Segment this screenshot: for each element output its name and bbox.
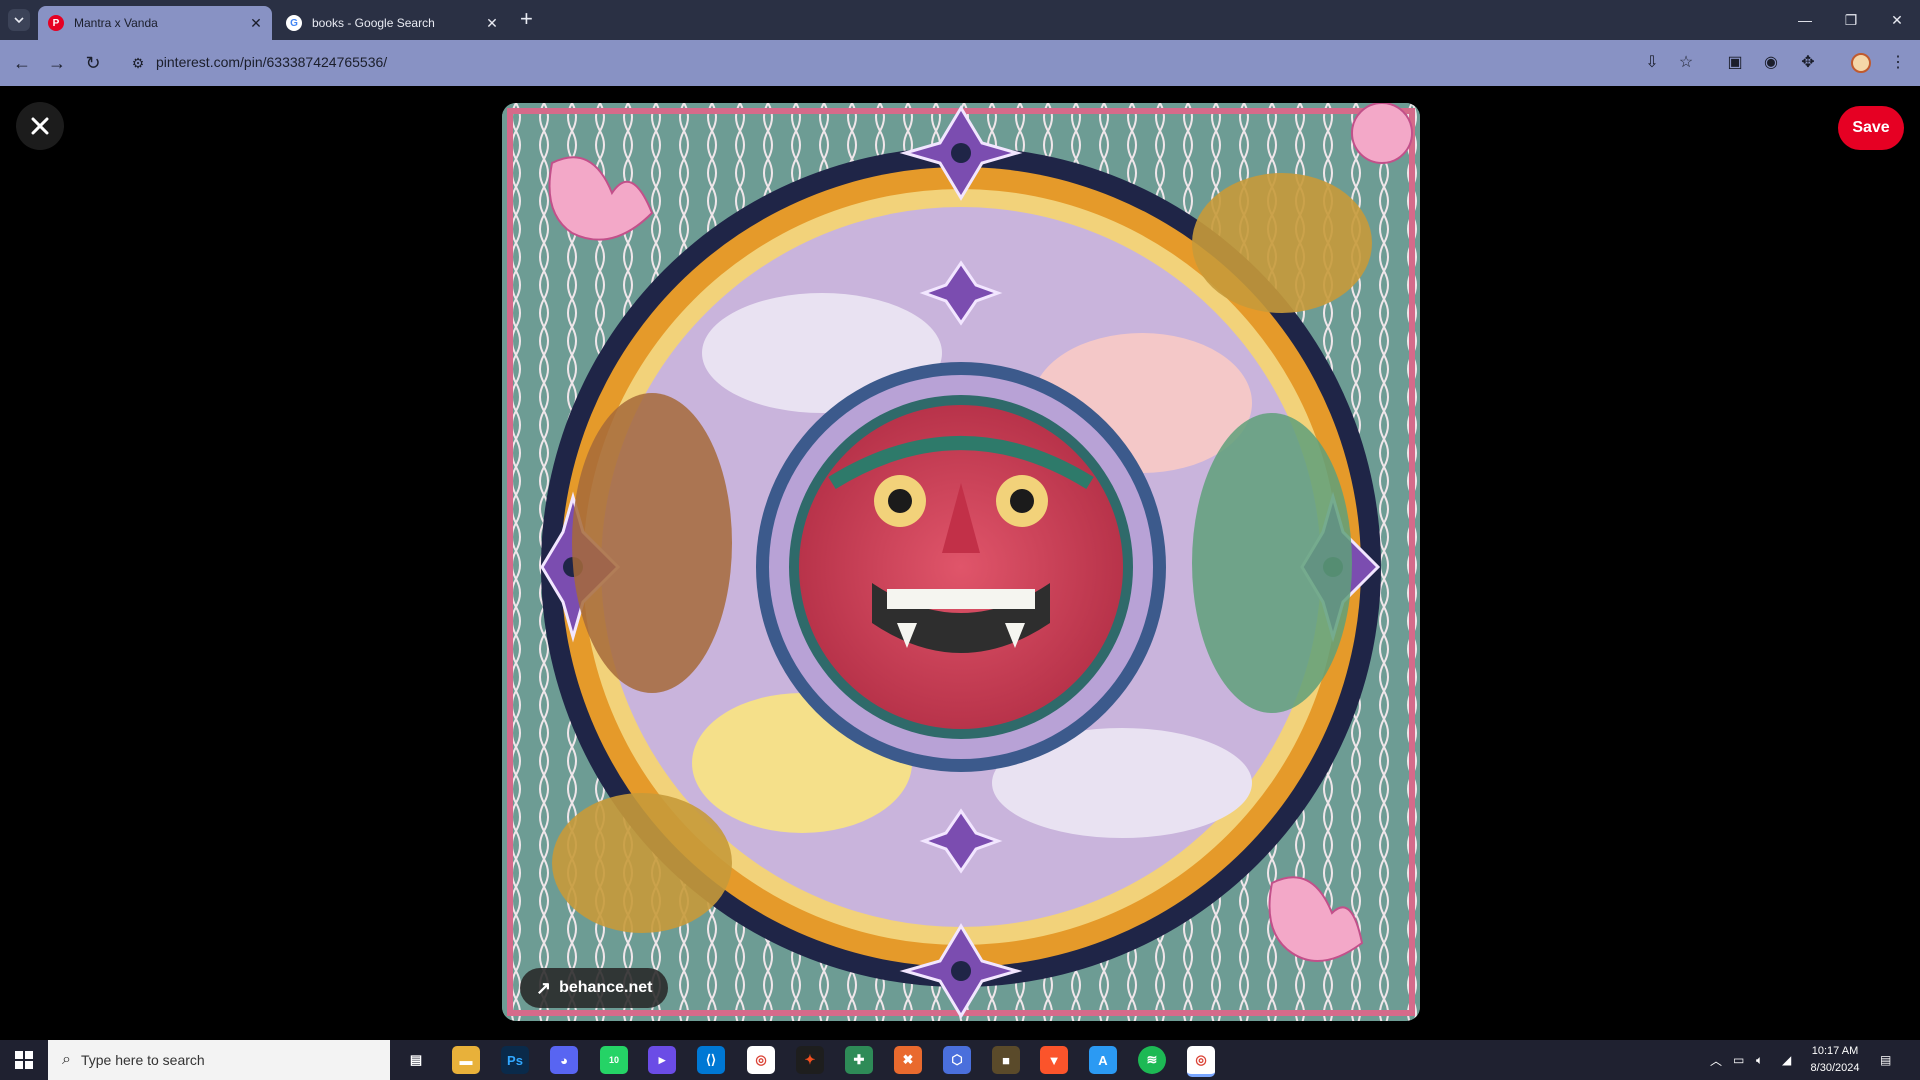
file-explorer-icon[interactable]: ▬ <box>452 1046 480 1074</box>
close-icon <box>31 117 49 135</box>
vscode-icon[interactable]: ⟨⟩ <box>697 1046 725 1074</box>
address-bar[interactable]: pinterest.com/pin/633387424765536/ <box>156 54 387 70</box>
network-icon[interactable]: ◢ <box>1782 1040 1791 1080</box>
figma-icon[interactable]: ✦ <box>796 1046 824 1074</box>
tab-search-button[interactable] <box>8 9 30 31</box>
close-tab-icon[interactable]: ✕ <box>246 15 266 32</box>
app-store-icon[interactable]: A <box>1089 1046 1117 1074</box>
discord-icon[interactable]: ◕ <box>550 1046 578 1074</box>
blender-app-icon[interactable]: ✖ <box>894 1046 922 1074</box>
notifications-icon[interactable]: ▤ <box>1880 1040 1891 1080</box>
arrow-app-icon[interactable]: ▸ <box>648 1046 676 1074</box>
source-link-button[interactable]: ↗ behance.net <box>520 968 669 1008</box>
extensions-puzzle-icon[interactable]: ✥ <box>1797 52 1819 74</box>
battery-icon[interactable]: ▭ <box>1733 1040 1744 1080</box>
clock-time: 10:17 AM <box>1811 1045 1859 1057</box>
google-icon: G <box>286 15 302 31</box>
search-placeholder: Type here to search <box>80 1052 205 1068</box>
clock-date: 8/30/2024 <box>1810 1062 1860 1074</box>
cube-app-icon[interactable]: ⬡ <box>943 1046 971 1074</box>
external-link-arrow-icon: ↗ <box>536 977 552 998</box>
tab-strip: P Mantra x Vanda ✕ G books - Google Sear… <box>0 0 1920 40</box>
minecraft-icon[interactable]: ■ <box>992 1046 1020 1074</box>
game-app-icon[interactable]: ✚ <box>845 1046 873 1074</box>
restore-button[interactable]: ❐ <box>1828 0 1874 40</box>
taskbar-search[interactable]: ⌕ Type here to search <box>48 1040 390 1080</box>
window-close-button[interactable]: ✕ <box>1874 0 1920 40</box>
extension-icon[interactable]: ◉ <box>1760 52 1782 74</box>
chevron-down-icon <box>14 17 24 24</box>
tab-title: books - Google Search <box>312 16 435 30</box>
forward-button[interactable]: → <box>46 52 68 74</box>
browser-toolbar: ← → ↻ ⚙ pinterest.com/pin/63338742476553… <box>0 40 1920 86</box>
spotify-icon[interactable]: ≋ <box>1138 1046 1166 1074</box>
windows-taskbar: ⌕ Type here to search ▤ ▬ Ps ◕ 10 ▸ ⟨⟩ ◎… <box>0 1040 1920 1080</box>
source-label: behance.net <box>559 979 653 996</box>
save-button[interactable]: Save <box>1838 106 1904 150</box>
picture-in-picture-icon[interactable]: ▣ <box>1724 52 1746 74</box>
photoshop-icon[interactable]: Ps <box>501 1046 529 1074</box>
tab-books-google-search[interactable]: G books - Google Search ✕ <box>276 6 508 40</box>
tab-title: Mantra x Vanda <box>74 16 158 30</box>
start-button[interactable] <box>0 1040 48 1080</box>
close-tab-icon[interactable]: ✕ <box>482 15 502 32</box>
chrome-icon[interactable]: ◎ <box>747 1046 775 1074</box>
show-hidden-icons[interactable]: ︿ <box>1710 1040 1722 1080</box>
tab-mantra-vanda[interactable]: P Mantra x Vanda ✕ <box>38 6 272 40</box>
minimize-button[interactable]: — <box>1782 0 1828 40</box>
reload-button[interactable]: ↻ <box>82 52 104 74</box>
brave-icon[interactable]: ▼ <box>1040 1046 1068 1074</box>
more-menu-icon[interactable]: ⋮ <box>1887 52 1909 74</box>
thai-mandala-artwork <box>502 103 1420 1021</box>
back-button[interactable]: ← <box>11 52 33 74</box>
bookmark-star-icon[interactable]: ☆ <box>1675 52 1697 74</box>
pinterest-icon: P <box>48 15 64 31</box>
whatsapp-icon[interactable]: 10 <box>600 1046 628 1074</box>
whatsapp-badge: 10 <box>608 1055 619 1065</box>
windows-logo-icon <box>15 1051 33 1069</box>
task-view-icon[interactable]: ▤ <box>402 1046 430 1074</box>
site-info-icon[interactable]: ⚙ <box>128 53 148 73</box>
close-closeup-button[interactable] <box>16 102 64 150</box>
pin-image[interactable] <box>502 103 1420 1021</box>
volume-icon[interactable]: 🔈︎ <box>1756 1040 1763 1080</box>
install-app-icon[interactable]: ⇩ <box>1641 52 1663 74</box>
search-icon: ⌕ <box>62 1051 71 1068</box>
profile-avatar[interactable] <box>1851 53 1871 73</box>
chrome-active-icon[interactable]: ◎ <box>1187 1046 1215 1077</box>
new-tab-button[interactable]: + <box>520 8 533 30</box>
system-clock[interactable]: 10:17 AM 8/30/2024 <box>1800 1043 1870 1077</box>
